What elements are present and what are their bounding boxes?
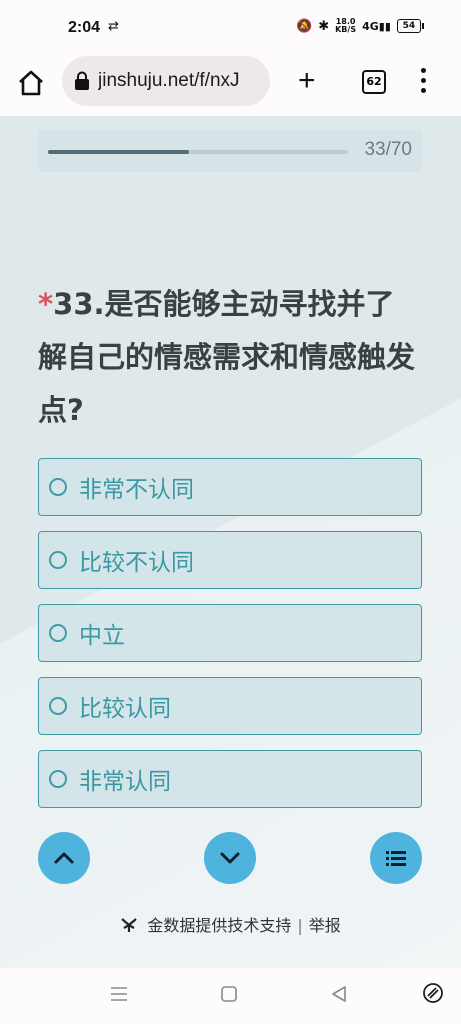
option-item[interactable]: 非常不认同 <box>38 458 422 516</box>
option-label: 比较认同 <box>79 696 171 722</box>
net-speed: 18.0 KB/S <box>335 18 356 34</box>
list-icon <box>386 851 406 866</box>
option-item[interactable]: 非常认同 <box>38 750 422 808</box>
radio-icon[interactable] <box>49 551 67 569</box>
network-type: 4G <box>362 19 379 33</box>
progress-text: 33/70 <box>364 139 412 160</box>
new-tab-button[interactable]: + <box>298 66 316 96</box>
mute-icon: 🔕 <box>296 18 313 34</box>
assistant-icon[interactable] <box>422 982 444 1004</box>
option-item[interactable]: 比较不认同 <box>38 531 422 589</box>
progress-track <box>48 150 348 154</box>
url-text: jinshuju.net/f/nxJ <box>98 70 240 91</box>
option-item[interactable]: 中立 <box>38 604 422 662</box>
radio-icon[interactable] <box>49 624 67 642</box>
option-label: 中立 <box>79 623 125 649</box>
more-dot-icon <box>420 68 426 73</box>
home-icon[interactable] <box>16 68 46 98</box>
radio-icon[interactable] <box>49 478 67 496</box>
status-time: 2:04 <box>68 19 101 36</box>
more-menu-button[interactable] <box>418 68 428 98</box>
lock-icon <box>75 71 89 90</box>
progress-fill <box>48 150 190 154</box>
options-list: 非常不认同 比较不认同 中立 比较认同 非常认同 <box>38 458 422 823</box>
report-link[interactable]: 举报 <box>309 916 341 935</box>
more-dot-icon <box>420 88 426 93</box>
jinshuju-logo-icon <box>121 918 137 932</box>
footer: 金数据提供技术支持 | 举报 <box>0 912 461 936</box>
chevron-down-icon <box>220 852 240 864</box>
status-icons: 🔕 ✱ 18.0 KB/S 4G▮▮ 54 <box>296 18 424 34</box>
question-list-button[interactable] <box>370 832 422 884</box>
more-dot-icon <box>420 78 426 83</box>
form-page: 33/70 *33.是否能够主动寻找并了解自己的情感需求和情感触发点? 非常不认… <box>0 116 461 968</box>
footer-separator: | <box>297 916 303 935</box>
next-question-button[interactable] <box>204 832 256 884</box>
net-speed-unit: KB/S <box>335 25 357 34</box>
option-label: 非常不认同 <box>79 477 194 503</box>
option-label: 比较不认同 <box>79 550 194 576</box>
option-item[interactable]: 比较认同 <box>38 677 422 735</box>
data-saver-icon: ⇄ <box>108 19 119 34</box>
status-bar: 2:04 ⇄ 🔕 ✱ 18.0 KB/S 4G▮▮ 54 <box>0 0 461 56</box>
option-label: 非常认同 <box>79 769 171 795</box>
chevron-up-icon <box>54 852 74 864</box>
browser-toolbar: jinshuju.net/f/nxJ + 62 <box>0 56 461 116</box>
required-mark: * <box>38 287 54 321</box>
bluetooth-icon: ✱ <box>318 18 330 34</box>
radio-icon[interactable] <box>49 697 67 715</box>
question-title: *33.是否能够主动寻找并了解自己的情感需求和情感触发点? <box>38 278 422 437</box>
recent-apps-icon[interactable] <box>110 984 128 1004</box>
home-nav-icon[interactable] <box>220 984 238 1004</box>
address-bar[interactable]: jinshuju.net/f/nxJ <box>62 56 270 106</box>
radio-icon[interactable] <box>49 770 67 788</box>
question-number: 33. <box>53 287 105 321</box>
signal-icon: 4G▮▮ <box>362 19 391 33</box>
tab-switcher-button[interactable]: 62 <box>362 70 386 94</box>
system-nav-bar <box>0 968 461 1024</box>
credit-text: 金数据提供技术支持 <box>147 916 292 935</box>
battery-icon: 54 <box>396 19 424 33</box>
previous-question-button[interactable] <box>38 832 90 884</box>
progress-bar: 33/70 <box>38 130 422 172</box>
back-icon[interactable] <box>330 984 348 1004</box>
